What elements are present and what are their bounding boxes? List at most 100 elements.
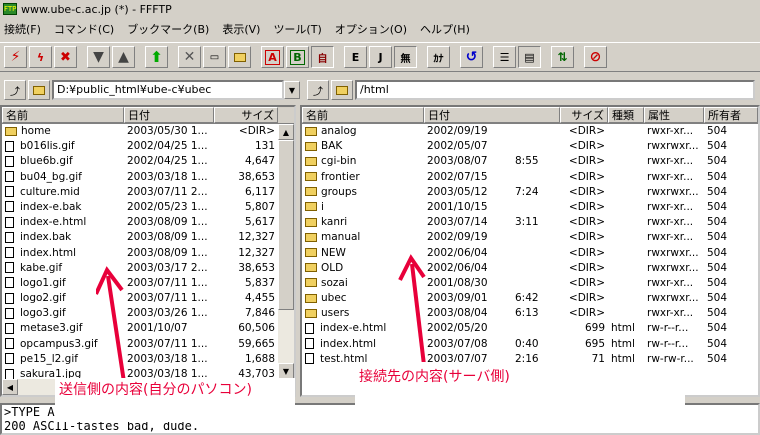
menu-command[interactable]: コマンド(C)	[54, 21, 114, 37]
menu-bookmark[interactable]: ブックマーク(B)	[127, 21, 209, 37]
no-convert-button[interactable]: 無	[394, 46, 417, 68]
auto-mode-button[interactable]: 自	[311, 46, 334, 68]
remote-path-input[interactable]: /html	[355, 80, 755, 100]
list-item[interactable]: sozai 2001/08/30 <DIR> rwxr-xr... 504	[302, 276, 758, 291]
list-item[interactable]: home 2003/05/30 1... <DIR>	[2, 124, 294, 139]
list-item[interactable]: index.html 2003/07/08 0:40 695 html rw-r--r..…	[302, 337, 758, 352]
disconnect-button[interactable]: ✖	[54, 46, 77, 68]
list-item[interactable]: logo3.gif 2003/03/26 1... 7,846	[2, 306, 294, 321]
menu-connect[interactable]: 接続(F)	[4, 21, 41, 37]
list-item[interactable]: pe15_l2.gif 2003/03/18 1... 1,688	[2, 352, 294, 367]
list-item[interactable]: b016lis.gif 2002/04/25 1... 131	[2, 139, 294, 154]
remote-file-list[interactable]: 名前 日付 サイズ 種類 属性 所有者 analog 2002/09/19 <DIR…	[300, 105, 760, 397]
list-item[interactable]: i 2001/10/15 <DIR> rwxr-xr... 504	[302, 200, 758, 215]
jis-button[interactable]: J	[369, 46, 392, 68]
euc-button[interactable]: E	[344, 46, 367, 68]
col-attr[interactable]: 属性	[644, 107, 704, 123]
local-vscrollbar[interactable]: ▲ ▼	[278, 124, 294, 379]
file-size: 38,653	[238, 170, 275, 183]
scroll-down-button[interactable]: ▼	[278, 363, 294, 379]
list-item[interactable]: ubec 2003/09/01 6:42 <DIR> rwxrwxr... 504	[302, 291, 758, 306]
open-folder-icon	[336, 85, 348, 95]
list-item[interactable]: index-e.bak 2002/05/23 1... 5,807	[2, 200, 294, 215]
file-attr: rwxr-xr...	[647, 216, 694, 229]
list-item[interactable]: culture.mid 2003/07/11 2... 6,117	[2, 185, 294, 200]
local-path-dropdown[interactable]: ▼	[284, 81, 300, 99]
file-size: 5,807	[244, 200, 275, 213]
file-date: 2002/07/15	[427, 170, 488, 183]
col-name[interactable]: 名前	[302, 107, 424, 123]
col-size[interactable]: サイズ	[560, 107, 608, 123]
file-kind	[608, 185, 644, 200]
connect-button[interactable]: ⚡	[4, 46, 27, 68]
refresh-button[interactable]: ↺	[460, 46, 483, 68]
new-folder-icon	[233, 52, 246, 62]
scroll-thumb[interactable]	[278, 140, 294, 310]
list-item[interactable]: users 2003/08/04 6:13 <DIR> rwxr-xr... 504	[302, 306, 758, 321]
file-size: 6,117	[244, 185, 275, 198]
list-item[interactable]: analog 2002/09/19 <DIR> rwxr-xr... 504	[302, 124, 758, 139]
list-item[interactable]: frontier 2002/07/15 <DIR> rwxr-xr... 504	[302, 170, 758, 185]
menu-view[interactable]: 表示(V)	[222, 21, 260, 37]
kana-button[interactable]: ｶﾅ	[427, 46, 450, 68]
upload-button[interactable]: ▲	[112, 46, 135, 68]
list-item[interactable]: groups 2003/05/12 7:24 <DIR> rwxrwxr... 504	[302, 185, 758, 200]
list-item[interactable]: index.bak 2003/08/09 1... 12,327	[2, 230, 294, 245]
file-name: b016lis.gif	[2, 139, 124, 154]
list-item[interactable]: manual 2002/09/19 <DIR> rwxr-xr... 504	[302, 230, 758, 245]
col-date[interactable]: 日付	[124, 107, 214, 123]
file-owner: 504	[707, 170, 728, 183]
list-item[interactable]: logo2.gif 2003/07/11 1... 4,455	[2, 291, 294, 306]
jis-icon: J	[378, 50, 383, 64]
local-open-button[interactable]	[28, 80, 50, 100]
menu-help[interactable]: ヘルプ(H)	[420, 21, 470, 37]
col-kind[interactable]: 種類	[608, 107, 644, 123]
menu-options[interactable]: オプション(O)	[335, 21, 407, 37]
file-date: 2003/03/18 1...	[127, 170, 208, 183]
list-item[interactable]: blue6b.gif 2002/04/25 1... 4,647	[2, 154, 294, 169]
local-file-list[interactable]: 名前 日付 サイズ home 2003/05/30 1... <DIR> b016li…	[0, 105, 296, 397]
scroll-up-button[interactable]: ▲	[278, 124, 294, 140]
mirror-upload-button[interactable]: ⬆	[145, 46, 168, 68]
col-size[interactable]: サイズ	[214, 107, 278, 123]
file-attr: rwxr-xr...	[647, 231, 694, 244]
rename-button[interactable]: ▭	[203, 46, 226, 68]
col-date[interactable]: 日付	[424, 107, 560, 123]
mkdir-button[interactable]	[228, 46, 251, 68]
list-item[interactable]: opcampus3.gif 2003/07/11 1... 59,665	[2, 337, 294, 352]
delete-button[interactable]: ✕	[178, 46, 201, 68]
menu-tools[interactable]: ツール(T)	[273, 21, 321, 37]
col-owner[interactable]: 所有者	[704, 107, 758, 123]
detail-icon: ▤	[524, 50, 535, 64]
quick-connect-button[interactable]: ϟ	[29, 46, 52, 68]
list-item[interactable]: kanri 2003/07/14 3:11 <DIR> rwxr-xr... 504	[302, 215, 758, 230]
scroll-left-button[interactable]: ◀	[2, 379, 18, 395]
list-item[interactable]: bu04_bg.gif 2003/03/18 1... 38,653	[2, 170, 294, 185]
list-item[interactable]: cgi-bin 2003/08/07 8:55 <DIR> rwxr-xr... 504	[302, 154, 758, 169]
list-item[interactable]: metase3.gif 2001/10/07 60,506	[2, 321, 294, 336]
download-button[interactable]: ▼	[87, 46, 110, 68]
remote-open-button[interactable]	[331, 80, 353, 100]
local-path-input[interactable]: D:¥public_html¥ube-c¥ubec	[52, 80, 284, 100]
file-icon	[5, 171, 14, 183]
file-date: 2003/08/09 1...	[127, 216, 208, 229]
file-date: 2003/03/18 1...	[127, 352, 208, 365]
list-item[interactable]: index-e.html 2003/08/09 1... 5,617	[2, 215, 294, 230]
list-item[interactable]: index-e.html 2002/05/20 699 html rw-r--r... 5…	[302, 321, 758, 336]
remote-up-button[interactable]: ⤴	[307, 80, 329, 100]
local-up-button[interactable]: ⤴	[4, 80, 26, 100]
col-name[interactable]: 名前	[2, 107, 124, 123]
sync-button[interactable]: ⇅	[551, 46, 574, 68]
file-size: <DIR>	[568, 261, 605, 274]
list-item[interactable]: kabe.gif 2003/03/17 2... 38,653	[2, 261, 294, 276]
list-item[interactable]: OLD 2002/06/04 <DIR> rwxrwxr... 504	[302, 261, 758, 276]
ascii-mode-button[interactable]: A	[261, 46, 284, 68]
stop-button[interactable]: ⊘	[584, 46, 607, 68]
detail-view-button[interactable]: ▤	[518, 46, 541, 68]
binary-mode-button[interactable]: B	[286, 46, 309, 68]
list-item[interactable]: index.html 2003/08/09 1... 12,327	[2, 246, 294, 261]
list-view-button[interactable]: ☰	[493, 46, 516, 68]
list-item[interactable]: logo1.gif 2003/07/11 1... 5,837	[2, 276, 294, 291]
list-item[interactable]: BAK 2002/05/07 <DIR> rwxrwxr... 504	[302, 139, 758, 154]
list-item[interactable]: NEW 2002/06/04 <DIR> rwxrwxr... 504	[302, 246, 758, 261]
